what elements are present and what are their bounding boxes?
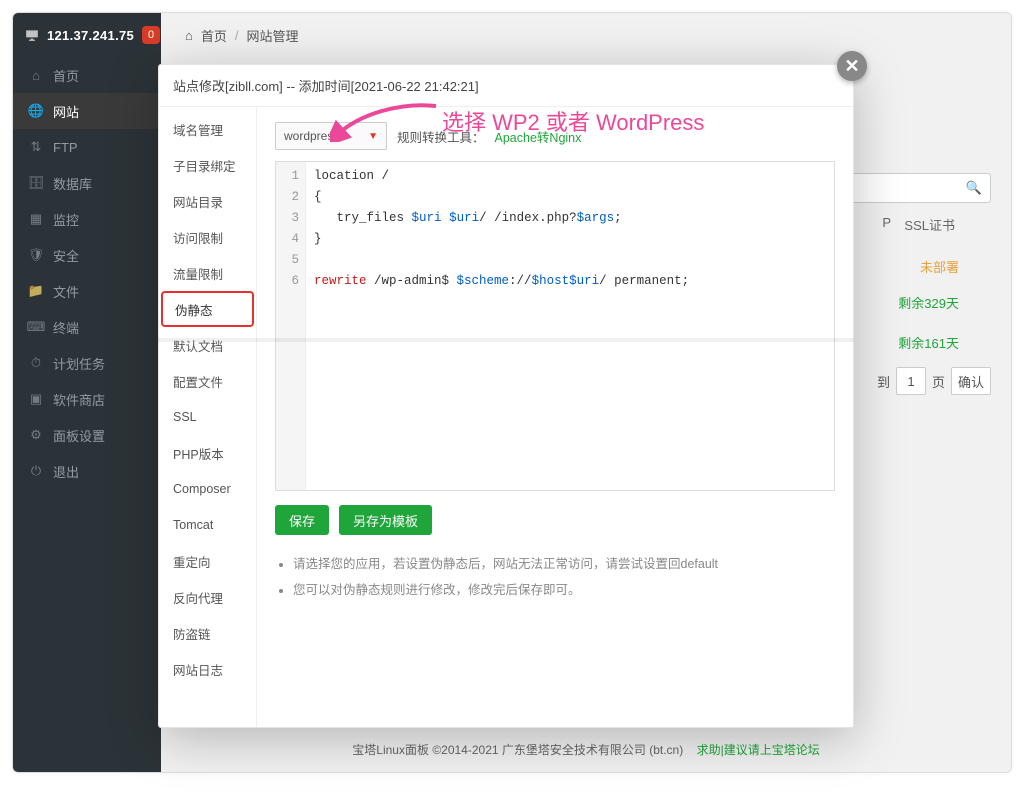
tab-11[interactable]: Tomcat xyxy=(159,507,256,543)
sidebar-item-label: 首页 xyxy=(53,66,79,85)
sidebar-item-db[interactable]: 🗄 数据库 xyxy=(13,165,161,201)
sidebar-item-gear[interactable]: ⚙ 面板设置 xyxy=(13,417,161,453)
folder-icon: 📁 xyxy=(29,284,43,298)
tab-9[interactable]: PHP版本 xyxy=(159,435,256,471)
dropdown-value: wordpress xyxy=(284,129,339,143)
shield-icon: 🛡 xyxy=(29,248,43,262)
tab-10[interactable]: Composer xyxy=(159,471,256,507)
tab-4[interactable]: 流量限制 xyxy=(159,255,256,291)
apache-to-nginx-link[interactable]: Apache转Nginx xyxy=(495,127,582,146)
ssl-value[interactable]: 剩余329天 xyxy=(898,293,959,312)
rewrite-template-select[interactable]: wordpress ▼ xyxy=(275,122,387,150)
tab-14[interactable]: 防盗链 xyxy=(159,615,256,651)
notif-badge[interactable]: 0 xyxy=(142,26,160,44)
tab-3[interactable]: 访问限制 xyxy=(159,219,256,255)
server-ip: 121.37.241.75 xyxy=(47,28,134,43)
pager-page: 页 xyxy=(932,372,945,391)
sidebar-item-label: 计划任务 xyxy=(53,354,105,373)
tab-6[interactable]: 默认文档 xyxy=(159,327,256,363)
clock-icon: ⏱ xyxy=(29,356,43,370)
sidebar-header: 121.37.241.75 0 xyxy=(13,13,161,57)
sidebar-item-ftp[interactable]: ⇅ FTP xyxy=(13,129,161,165)
monitor-icon xyxy=(25,28,39,42)
exit-icon: ⏻ xyxy=(29,464,43,478)
modal-title: 站点修改[zibll.com] -- 添加时间[2021-06-22 21:42… xyxy=(159,65,853,107)
sidebar-item-apps[interactable]: ▣ 软件商店 xyxy=(13,381,161,417)
terminal-icon: ⌨ xyxy=(29,320,43,334)
hints: 请选择您的应用，若设置伪静态后，网站无法正常访问，请尝试设置回default 您… xyxy=(275,551,835,603)
page-number-input[interactable]: 1 xyxy=(896,367,926,395)
sidebar-item-exit[interactable]: ⏻ 退出 xyxy=(13,453,161,489)
hint-item: 您可以对伪静态规则进行修改，修改完后保存即可。 xyxy=(293,577,835,603)
sidebar-item-label: 网站 xyxy=(53,102,79,121)
rewrite-rules-editor[interactable]: 123456 location / { try_files $uri $uri/… xyxy=(275,161,835,491)
footer: 宝塔Linux面板 ©2014-2021 广东堡塔安全技术有限公司 (bt.cn… xyxy=(161,727,1011,772)
modal-tabs: 域名管理子目录绑定网站目录访问限制流量限制伪静态默认文档配置文件SSLPHP版本… xyxy=(159,107,257,727)
breadcrumb: ⌂ 首页 / 网站管理 xyxy=(161,13,1011,57)
sidebar-item-label: 监控 xyxy=(53,210,79,229)
col-php: P xyxy=(882,215,891,230)
sidebar-item-label: 数据库 xyxy=(53,174,92,193)
footer-link[interactable]: 求助|建议请上宝塔论坛 xyxy=(697,743,820,757)
save-as-template-button[interactable]: 另存为模板 xyxy=(339,505,432,535)
editor-code[interactable]: location / { try_files $uri $uri/ /index… xyxy=(306,162,834,490)
tool-label: 规则转换工具： xyxy=(397,127,485,146)
pager-confirm[interactable]: 确认 xyxy=(951,367,991,395)
sidebar-item-terminal[interactable]: ⌨ 终端 xyxy=(13,309,161,345)
sidebar-item-label: 终端 xyxy=(53,318,79,337)
tab-15[interactable]: 网站日志 xyxy=(159,651,256,687)
chevron-down-icon: ▼ xyxy=(368,131,378,142)
save-button[interactable]: 保存 xyxy=(275,505,329,535)
tab-12[interactable]: 重定向 xyxy=(159,543,256,579)
close-icon[interactable]: ✕ xyxy=(837,51,867,81)
sidebar-item-globe[interactable]: 🌐 网站 xyxy=(13,93,161,129)
apps-icon: ▣ xyxy=(29,392,43,406)
sidebar-item-label: 软件商店 xyxy=(53,390,105,409)
ftp-icon: ⇅ xyxy=(29,140,43,154)
sidebar-item-monitor[interactable]: ▦ 监控 xyxy=(13,201,161,237)
home-icon: ⌂ xyxy=(185,28,193,43)
sidebar-item-shield[interactable]: 🛡 安全 xyxy=(13,237,161,273)
sidebar-item-folder[interactable]: 📁 文件 xyxy=(13,273,161,309)
db-icon: 🗄 xyxy=(29,176,43,190)
site-edit-modal: ✕ 站点修改[zibll.com] -- 添加时间[2021-06-22 21:… xyxy=(158,64,854,728)
sidebar-item-label: 面板设置 xyxy=(53,426,105,445)
tab-0[interactable]: 域名管理 xyxy=(159,111,256,147)
tab-13[interactable]: 反向代理 xyxy=(159,579,256,615)
tab-2[interactable]: 网站目录 xyxy=(159,183,256,219)
sidebar: 121.37.241.75 0 ⌂ 首页 🌐 网站 ⇅ FTP 🗄 数据库 ▦ 监控 🛡 安全 📁 文件 ⌨… xyxy=(13,13,161,772)
editor-gutter: 123456 xyxy=(276,162,306,490)
pager-to: 到 xyxy=(877,372,890,391)
footer-copy: 宝塔Linux面板 ©2014-2021 广东堡塔安全技术有限公司 (bt.cn… xyxy=(352,743,683,757)
pagination: 到 1 页 确认 xyxy=(877,367,991,395)
globe-icon: 🌐 xyxy=(29,104,43,118)
breadcrumb-home[interactable]: 首页 xyxy=(201,26,227,45)
tab-5[interactable]: 伪静态 xyxy=(161,291,254,327)
sidebar-item-clock[interactable]: ⏱ 计划任务 xyxy=(13,345,161,381)
sidebar-item-label: 文件 xyxy=(53,282,79,301)
breadcrumb-current: 网站管理 xyxy=(247,26,299,45)
modal-shadow xyxy=(158,338,854,342)
search-icon: 🔍 xyxy=(966,180,982,196)
ssl-value[interactable]: 剩余161天 xyxy=(898,333,959,352)
home-icon: ⌂ xyxy=(29,68,43,82)
col-ssl: SSL证书 xyxy=(904,215,955,234)
gear-icon: ⚙ xyxy=(29,428,43,442)
sidebar-item-home[interactable]: ⌂ 首页 xyxy=(13,57,161,93)
monitor-icon: ▦ xyxy=(29,212,43,226)
ssl-value[interactable]: 未部署 xyxy=(920,257,959,276)
sidebar-item-label: FTP xyxy=(53,140,78,155)
tab-8[interactable]: SSL xyxy=(159,399,256,435)
tab-1[interactable]: 子目录绑定 xyxy=(159,147,256,183)
sidebar-item-label: 退出 xyxy=(53,462,79,481)
search-input[interactable]: 🔍 xyxy=(846,173,991,203)
modal-content: wordpress ▼ 规则转换工具： Apache转Nginx 123456 … xyxy=(257,107,853,727)
sidebar-item-label: 安全 xyxy=(53,246,79,265)
hint-item: 请选择您的应用，若设置伪静态后，网站无法正常访问，请尝试设置回default xyxy=(293,551,835,577)
breadcrumb-sep: / xyxy=(235,28,239,43)
tab-7[interactable]: 配置文件 xyxy=(159,363,256,399)
